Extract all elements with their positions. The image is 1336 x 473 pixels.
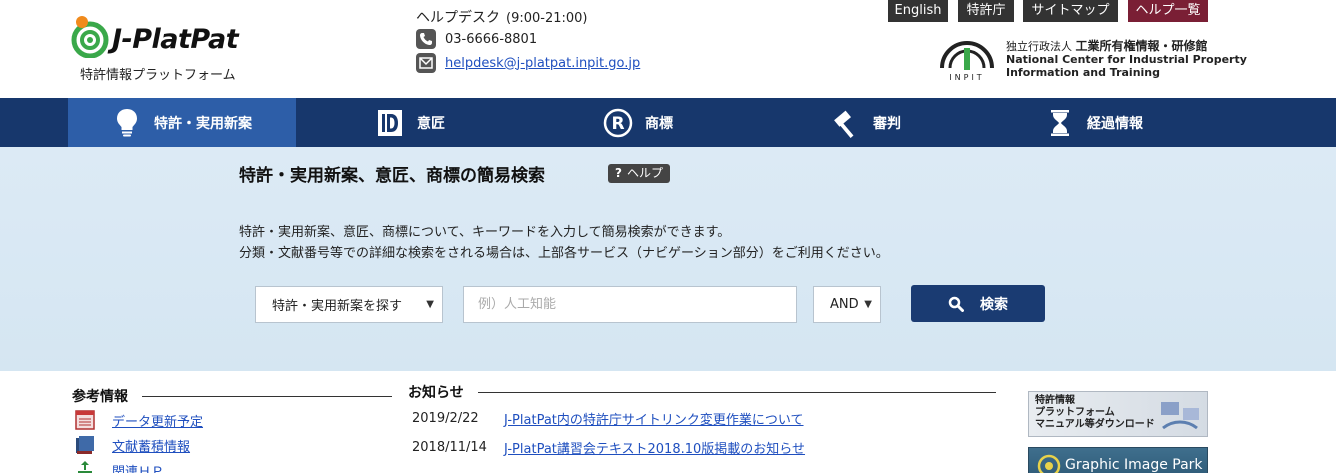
news-link[interactable]: J-PlatPat講習会テキスト2018.10版掲載のお知らせ <box>504 438 805 457</box>
manual-download-banner[interactable]: 特許情報 プラットフォーム マニュアル等ダウンロード <box>1028 391 1208 437</box>
reference-item-data-update[interactable]: データ更新予定 <box>74 410 203 430</box>
helpdesk-hours: (9:00-21:00) <box>506 11 588 26</box>
reference-divider <box>142 396 392 397</box>
design-d-icon <box>375 108 405 138</box>
computer-illustration-icon <box>1161 402 1199 430</box>
inpit-name: 独立行政法人 工業所有権情報・研修館 National Center for I… <box>1006 39 1247 80</box>
search-description-line1: 特許・実用新案、意匠、商標について、キーワードを入力して簡易検索ができます。 <box>239 225 731 240</box>
chevron-down-icon: ▼ <box>426 299 434 310</box>
nav-label: 商標 <box>645 115 673 132</box>
helpdesk-email-link[interactable]: helpdesk@j-platpat.inpit.go.jp <box>445 56 640 71</box>
books-icon <box>74 435 96 455</box>
nav-progress[interactable]: 経過情報 <box>980 98 1208 147</box>
search-icon <box>948 296 964 312</box>
sitemap-link[interactable]: サイトマップ <box>1023 0 1118 22</box>
jpo-link[interactable]: 特許庁 <box>958 0 1014 22</box>
logo-text: J-PlatPat <box>112 24 239 55</box>
search-button[interactable]: 検索 <box>911 285 1045 322</box>
reference-title: 参考情報 <box>72 389 128 405</box>
news-date: 2019/2/22 <box>412 410 479 426</box>
news-item: 2018/11/14 J-PlatPat講習会テキスト2018.10版掲載のお知… <box>412 437 805 457</box>
helpdesk-title: ヘルプデスク (9:00-21:00) <box>416 10 588 26</box>
inpit-mark-icon: INPIT <box>940 41 994 82</box>
helpdesk-info: ヘルプデスク (9:00-21:00) 03-6666-8801 helpdesk… <box>416 7 736 77</box>
keyword-input[interactable] <box>463 286 797 323</box>
english-link[interactable]: English <box>888 0 948 22</box>
operator-select[interactable]: AND ▼ <box>813 286 881 323</box>
simple-search-section: 特許・実用新案、意匠、商標の簡易検索 ? ヘルプ 特許・実用新案、意匠、商標につい… <box>0 147 1336 371</box>
search-description-line2: 分類・文献番号等での詳細な検索をされる場合は、上部各サービス（ナビゲーション部分… <box>239 246 889 261</box>
category-select[interactable]: 特許・実用新案を探す ▼ <box>255 286 443 323</box>
calendar-icon <box>74 410 96 430</box>
helpdesk-phone-row: 03-6666-8801 <box>416 29 537 49</box>
nav-appeal[interactable]: 審判 <box>752 98 980 147</box>
nav-label: 意匠 <box>417 115 445 132</box>
main-nav: 特許・実用新案 意匠 R 商標 審判 経過情報 <box>0 98 1336 147</box>
help-list-link[interactable]: ヘルプ一覧 <box>1128 0 1208 22</box>
nav-trademark[interactable]: R 商標 <box>524 98 752 147</box>
news-date: 2018/11/14 <box>412 439 487 455</box>
phone-icon <box>416 29 436 49</box>
inpit-logo[interactable]: INPIT 独立行政法人 工業所有権情報・研修館 National Center… <box>936 38 1247 86</box>
nav-design[interactable]: 意匠 <box>296 98 524 147</box>
lightbulb-icon <box>112 108 142 138</box>
site-header: J-PlatPat 特許情報プラットフォーム ヘルプデスク (9:00-21:00… <box>0 0 1336 98</box>
graphic-image-park-banner[interactable]: Graphic Image Park <box>1028 447 1208 473</box>
logo-mark-icon <box>71 16 109 58</box>
nav-label: 特許・実用新案 <box>154 115 252 132</box>
chevron-down-icon: ▼ <box>864 299 872 310</box>
hourglass-icon <box>1045 108 1075 138</box>
gavel-icon <box>831 108 861 138</box>
search-title: 特許・実用新案、意匠、商標の簡易検索 <box>239 166 545 186</box>
mail-icon <box>416 53 436 73</box>
news-divider <box>478 392 996 393</box>
logo-subtitle: 特許情報プラットフォーム <box>80 68 236 83</box>
reference-item-document-archive[interactable]: 文献蓄積情報 <box>74 435 190 455</box>
jplatpat-logo[interactable]: J-PlatPat 特許情報プラットフォーム <box>66 12 266 84</box>
news-title: お知らせ <box>408 385 464 401</box>
helpdesk-email-row: helpdesk@j-platpat.inpit.go.jp <box>416 53 640 73</box>
helpdesk-phone: 03-6666-8801 <box>445 31 538 47</box>
related-link-icon <box>74 460 96 473</box>
svg-text:R: R <box>611 114 624 134</box>
reference-item-related-links[interactable]: 関連ＨＰ <box>74 460 164 473</box>
nav-label: 審判 <box>873 115 901 132</box>
nav-label: 経過情報 <box>1087 115 1143 132</box>
search-help-button[interactable]: ? ヘルプ <box>608 164 670 183</box>
svg-text:INPIT: INPIT <box>949 73 984 82</box>
graphic-image-park-icon <box>1037 454 1061 473</box>
news-link[interactable]: J-PlatPat内の特許庁サイトリンク変更作業について <box>504 409 804 428</box>
nav-patent[interactable]: 特許・実用新案 <box>68 98 296 147</box>
registered-r-icon: R <box>603 108 633 138</box>
news-item: 2019/2/22 J-PlatPat内の特許庁サイトリンク変更作業について <box>412 408 804 428</box>
